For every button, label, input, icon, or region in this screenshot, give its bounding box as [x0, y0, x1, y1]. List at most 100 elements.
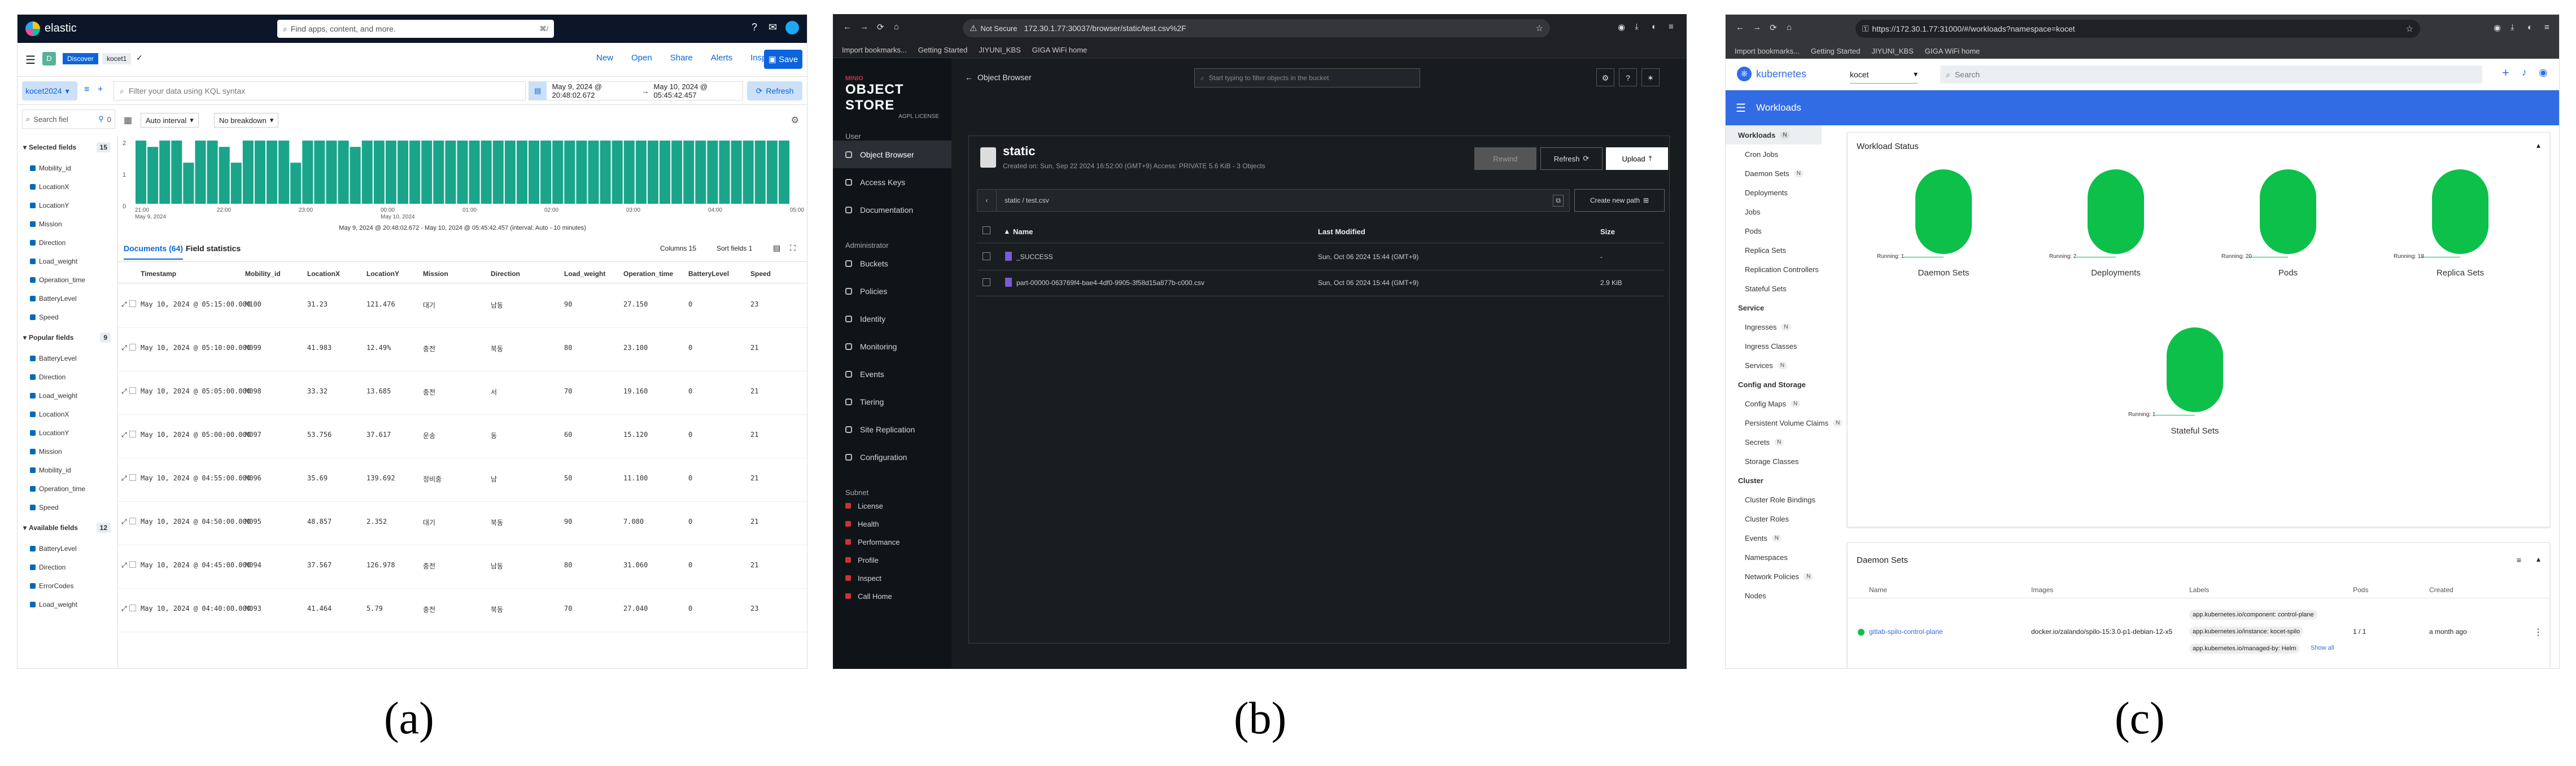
home-icon[interactable]: ⌂ — [1787, 23, 1792, 32]
expand-icon[interactable]: ⤢ — [121, 431, 127, 439]
bookmark-item[interactable]: JIYUNI_KBS — [979, 46, 1020, 54]
sidebar-item[interactable]: Access Keys — [833, 168, 951, 196]
histogram-bar[interactable] — [136, 141, 147, 204]
histogram-bar[interactable] — [398, 141, 409, 204]
chevron-up-icon[interactable]: ▴ — [2536, 141, 2540, 150]
nav-item[interactable]: Config Maps N — [1726, 394, 1844, 413]
refresh-button[interactable]: Refresh ⟳ — [1540, 147, 1603, 170]
sidebar-item[interactable]: Events — [833, 360, 951, 388]
open-button[interactable]: Open — [631, 53, 652, 63]
status-donut-chart[interactable] — [2260, 169, 2316, 254]
sidebar-item[interactable]: Monitoring — [833, 332, 951, 360]
menu-icon[interactable]: ☰ — [1736, 101, 1746, 115]
expand-icon[interactable]: ⤢ — [121, 518, 127, 526]
table-row[interactable]: ⤢ May 10, 2024 @ 04:50:00.000 M095 48.857 2.… — [118, 502, 807, 545]
nav-item[interactable]: Ingresses N — [1726, 317, 1844, 336]
field-item[interactable]: Mobility_id — [18, 159, 117, 177]
account-icon[interactable]: ◐ — [2527, 23, 2533, 32]
date-to[interactable]: May 10, 2024 @ 05:45:42.457 — [654, 82, 743, 99]
column-header[interactable]: BatteryLevel — [688, 270, 729, 278]
histogram-bar[interactable] — [183, 163, 194, 204]
file-name[interactable]: part-00000-063769f4-bae4-4df0-9905-3f58d… — [1016, 279, 1204, 287]
col-created[interactable]: Created — [2429, 586, 2453, 594]
home-icon[interactable]: ⌂ — [894, 22, 899, 32]
dataview-picker[interactable]: kocet2024 ▾ — [22, 81, 77, 100]
filter-icon[interactable]: ⚲ — [98, 115, 104, 124]
nav-item[interactable]: Cluster Role Bindings — [1726, 490, 1844, 509]
sidebar-item[interactable]: License — [833, 497, 951, 515]
histogram-bar[interactable] — [516, 141, 527, 204]
nav-item[interactable]: Replica Sets — [1726, 240, 1844, 260]
field-item[interactable]: ErrorCodes — [18, 576, 117, 595]
histogram-bar[interactable] — [719, 141, 730, 204]
status-donut-chart[interactable] — [1915, 169, 1972, 254]
field-item[interactable]: BatteryLevel — [18, 289, 117, 308]
help-icon[interactable]: ? — [752, 21, 757, 33]
histogram-bar[interactable] — [754, 141, 766, 204]
histogram-bar[interactable] — [731, 141, 742, 204]
sidebar-item[interactable]: Identity — [833, 305, 951, 332]
row-checkbox[interactable] — [983, 278, 990, 286]
nav-item[interactable]: Stateful Sets — [1726, 279, 1844, 298]
sidebar-item[interactable]: Health — [833, 515, 951, 533]
field-item[interactable]: Direction — [18, 233, 117, 252]
available-fields-header[interactable]: ▾ Available fields 12 — [18, 516, 117, 539]
nav-item[interactable]: Secrets N — [1726, 432, 1844, 452]
help-icon[interactable]: ? — [1619, 68, 1637, 86]
sidebar-item[interactable]: Buckets — [833, 250, 951, 277]
field-item[interactable]: Operation_time — [18, 270, 117, 289]
columns-button[interactable]: Columns 15 — [660, 244, 696, 252]
histogram-bar[interactable] — [242, 141, 254, 204]
global-search-input[interactable]: ⌕ Find apps, content, and more. ⌘/ — [277, 20, 554, 38]
histogram-bar[interactable] — [683, 141, 695, 204]
nav-item[interactable]: Deployments — [1726, 183, 1844, 202]
histogram-bar[interactable] — [504, 141, 516, 204]
histogram-bar[interactable] — [195, 141, 206, 204]
table-row[interactable]: part-00000-063769f4-bae4-4df0-9905-3f58d… — [977, 270, 1665, 296]
col-name[interactable]: Name — [1013, 227, 1033, 236]
field-item[interactable]: Direction — [18, 367, 117, 386]
add-icon[interactable]: + — [2502, 65, 2509, 80]
histogram-bar[interactable] — [207, 141, 218, 204]
table-row[interactable]: ⤢ May 10, 2024 @ 04:45:00.000 M094 37.567 12… — [118, 545, 807, 589]
chart-toggle-icon[interactable]: ▦ — [124, 115, 132, 126]
histogram-bar[interactable] — [147, 147, 159, 204]
account-icon[interactable]: ◐ — [1652, 22, 1657, 32]
field-item[interactable]: BatteryLevel — [18, 539, 117, 558]
histogram-bar[interactable] — [290, 163, 302, 204]
field-item[interactable]: Direction — [18, 558, 117, 576]
menu-icon[interactable]: ≡ — [1669, 22, 1674, 32]
chart-options-icon[interactable]: ⚙ — [791, 115, 799, 126]
fullscreen-icon[interactable]: ⛶ — [790, 243, 796, 253]
menu-icon[interactable]: ≡ — [2544, 23, 2549, 32]
histogram-bar[interactable] — [540, 141, 552, 204]
bookmark-item[interactable]: GIGA WiFi home — [1925, 47, 1980, 55]
histogram-bar[interactable] — [766, 141, 778, 204]
sidebar-item[interactable]: Policies — [833, 277, 951, 305]
table-row[interactable]: ⤢ May 10, 2024 @ 04:55:00.000 M096 35.69 139… — [118, 458, 807, 502]
row-checkbox[interactable] — [129, 300, 136, 307]
address-bar[interactable]: ⚠ Not Secure 172.30.1.77:30037/browser/s… — [963, 19, 1550, 37]
sort-fields-button[interactable]: Sort fields 1 — [717, 244, 752, 252]
status-donut-chart[interactable] — [2167, 327, 2223, 412]
histogram-bar[interactable] — [469, 141, 480, 204]
histogram-bar[interactable] — [254, 141, 265, 204]
nav-item[interactable]: Storage Classes — [1726, 452, 1844, 471]
reload-icon[interactable]: ⟳ — [877, 22, 884, 32]
select-all-checkbox[interactable] — [983, 226, 990, 234]
histogram-bar[interactable] — [219, 147, 230, 204]
col-size[interactable]: Size — [1600, 227, 1615, 236]
histogram-bar[interactable] — [600, 141, 611, 204]
table-row[interactable]: ⤢ May 10, 2024 @ 05:15:00.000 M100 31.23 121… — [118, 284, 807, 328]
kql-search-input[interactable]: ⌕ Filter your data using KQL syntax — [113, 81, 526, 100]
breakdown-select[interactable]: No breakdown ▾ — [214, 113, 279, 128]
field-item[interactable]: Operation_time — [18, 479, 117, 498]
upload-button[interactable]: Upload ⤒ — [1606, 147, 1668, 170]
column-header[interactable]: Load_weight — [564, 270, 605, 278]
refresh-button[interactable]: ⟳ Refresh — [747, 81, 802, 100]
nav-item[interactable]: Ingress Classes — [1726, 336, 1844, 356]
field-item[interactable]: Load_weight — [18, 595, 117, 614]
nav-group-config-and-storage[interactable]: Config and Storage — [1726, 375, 1844, 394]
copy-icon[interactable]: ⧉ — [1553, 194, 1564, 207]
histogram-bar[interactable] — [612, 141, 623, 204]
